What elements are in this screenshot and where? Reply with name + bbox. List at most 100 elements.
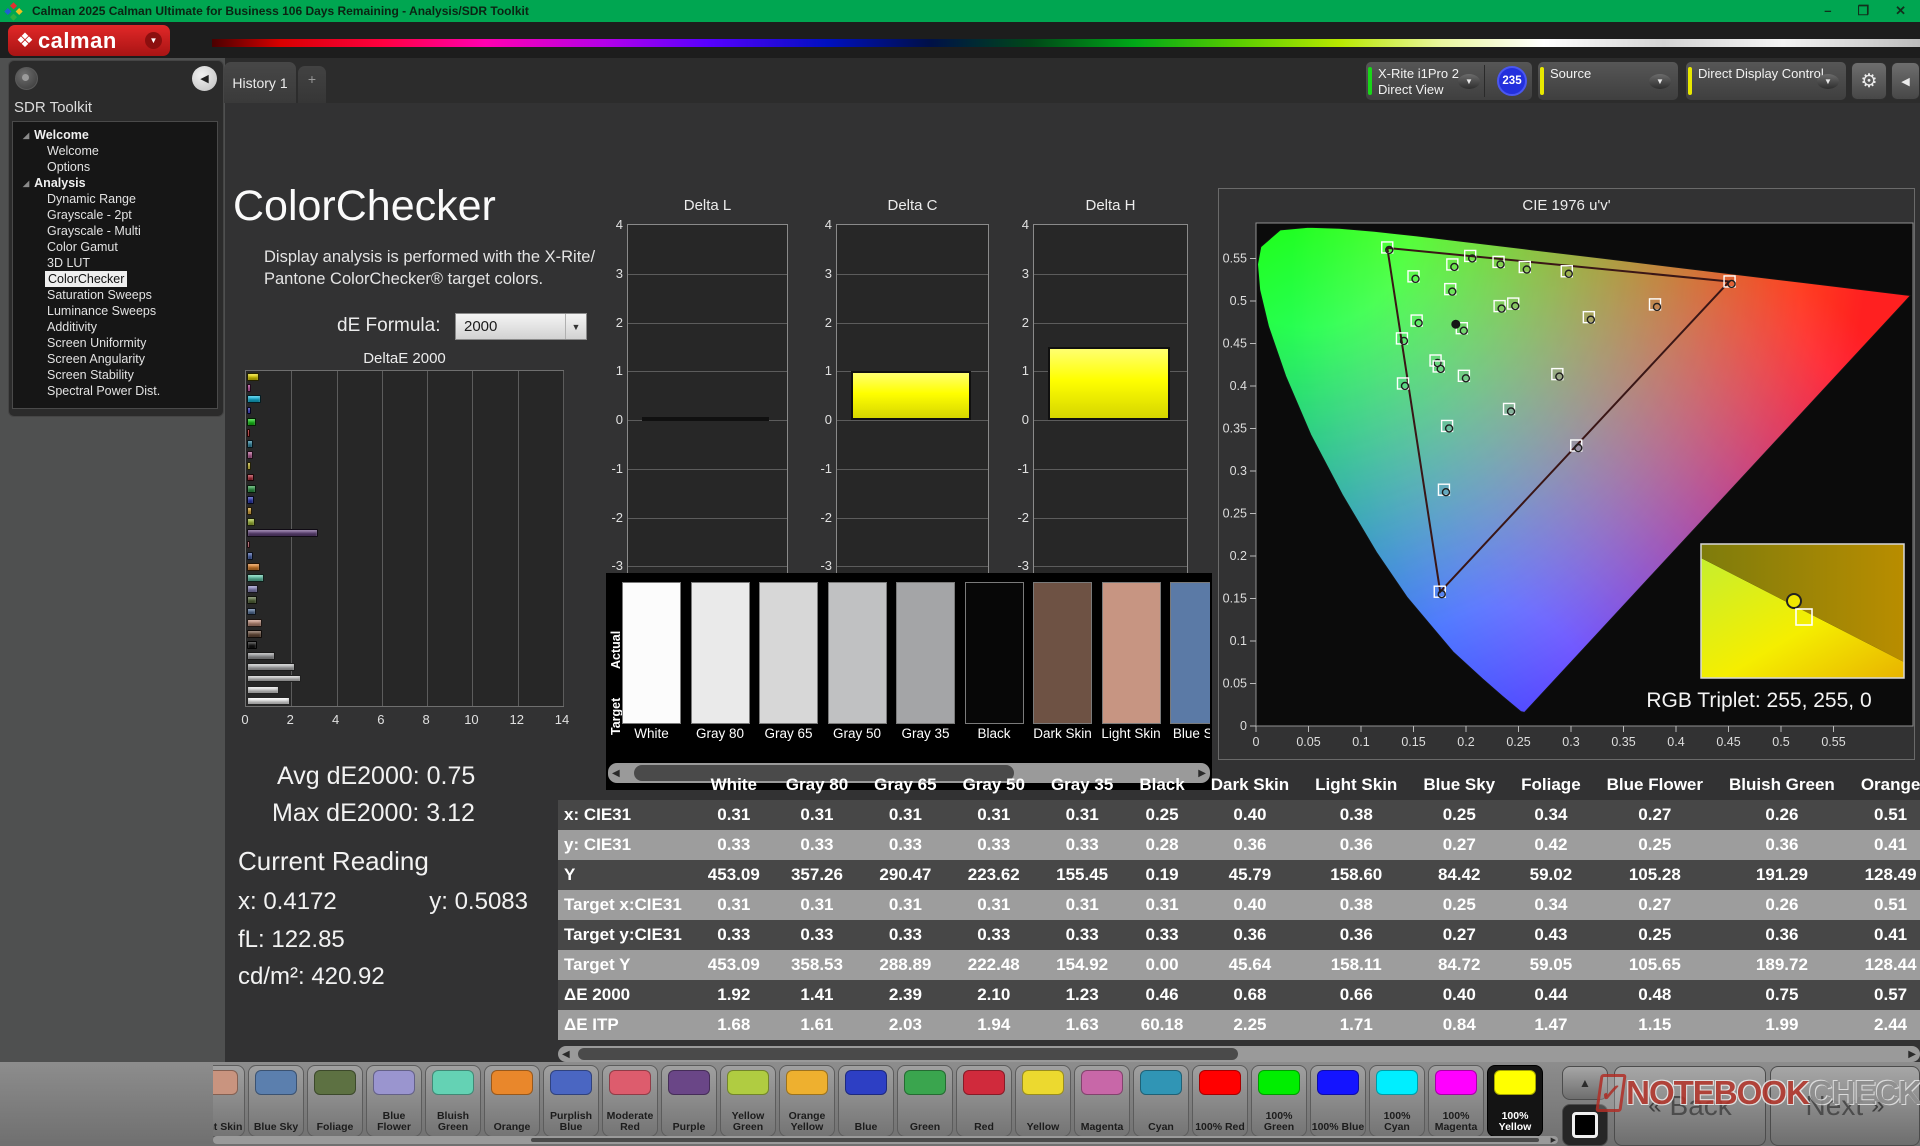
patch-button-magenta[interactable]: Magenta — [1074, 1065, 1130, 1137]
sidebar-item-welcome[interactable]: Welcome — [13, 143, 217, 159]
calman-menu-button[interactable]: ❖ calman ▼ — [8, 25, 170, 56]
patch-scrollbar[interactable]: ▶ — [213, 1136, 1558, 1144]
table-row-label: ΔE ITP — [564, 1015, 619, 1034]
scroll-right-icon[interactable]: ▶ — [1551, 1136, 1556, 1144]
patch-button-100-yellow[interactable]: 100% Yellow — [1487, 1065, 1543, 1137]
cie-y-tick: 0.2 — [1230, 549, 1247, 563]
tree-expander-icon[interactable]: ◢ — [23, 131, 29, 140]
y-tick-label: -2 — [611, 509, 623, 525]
maximize-icon[interactable]: ❐ — [1857, 3, 1869, 19]
patch-button-orange[interactable]: Orange — [484, 1065, 540, 1137]
scroll-left-icon[interactable]: ◀ — [562, 1046, 570, 1062]
patch-color-chip — [550, 1070, 592, 1095]
patch-button-purplish-blue[interactable]: Purplish Blue — [543, 1065, 599, 1137]
patch-button-purple[interactable]: Purple — [661, 1065, 717, 1137]
gridline — [628, 566, 787, 568]
cie-y-tick: 0.5 — [1230, 294, 1247, 308]
scrollbar-thumb[interactable] — [531, 1138, 1539, 1142]
table-cell: 0.44 — [1534, 985, 1568, 1004]
settings-gear-button[interactable]: ⚙ — [1851, 62, 1887, 100]
patch-button-yellow[interactable]: Yellow — [1015, 1065, 1071, 1137]
delta_l-bar — [642, 417, 770, 421]
patch-button-moderate-red[interactable]: Moderate Red — [602, 1065, 658, 1137]
sidebar-item-screen-uniformity[interactable]: Screen Uniformity — [13, 335, 217, 351]
patch-button-red[interactable]: Red — [956, 1065, 1012, 1137]
cie-x-tick: 0.5 — [1772, 735, 1789, 749]
sidebar-item-additivity[interactable]: Additivity — [13, 319, 217, 335]
sidebar-item-grayscale-2pt[interactable]: Grayscale - 2pt — [13, 207, 217, 223]
tree-group-analysis[interactable]: ◢ Analysis — [13, 175, 217, 191]
table-cell: 0.25 — [1145, 805, 1179, 824]
table-cell: 0.40 — [1442, 985, 1476, 1004]
patch-button-100-red[interactable]: 100% Red — [1192, 1065, 1248, 1137]
scroll-right-icon[interactable]: ▶ — [1908, 1046, 1916, 1062]
patch-label: Green — [909, 1121, 941, 1133]
y-tick-label: 3 — [615, 265, 623, 281]
deltae-bar-orange-yellow — [247, 507, 252, 515]
sidebar-item-spectral-power-dist-[interactable]: Spectral Power Dist. — [13, 383, 217, 399]
patch-button-blue[interactable]: Blue — [838, 1065, 894, 1137]
patch-button-100-magenta[interactable]: 100% Magenta — [1428, 1065, 1484, 1137]
sidebar-item-luminance-sweeps[interactable]: Luminance Sweeps — [13, 303, 217, 319]
source-dropdown[interactable]: Source ▼ — [1538, 62, 1678, 100]
next-button[interactable]: Next » — [1770, 1066, 1920, 1146]
minimize-icon[interactable]: – — [1824, 3, 1831, 19]
sidebar-item-saturation-sweeps[interactable]: Saturation Sweeps — [13, 287, 217, 303]
deltae-chart — [245, 370, 564, 707]
patch-color-chip — [1494, 1070, 1536, 1095]
patch-button-orange-yellow[interactable]: Orange Yellow — [779, 1065, 835, 1137]
patch-color-chip — [373, 1070, 415, 1095]
patch-button-blue-sky[interactable]: Blue Sky — [248, 1065, 304, 1137]
display-control-dropdown[interactable]: Direct Display Control ▼ — [1686, 62, 1846, 100]
tab-scroll-left-button[interactable]: ◀ — [192, 66, 217, 91]
sidebar-item-3d-lut[interactable]: 3D LUT — [13, 255, 217, 271]
sidebar-item-dynamic-range[interactable]: Dynamic Range — [13, 191, 217, 207]
patch-button-green[interactable]: Green — [897, 1065, 953, 1137]
back-button[interactable]: « Back — [1614, 1066, 1766, 1146]
exposure-badge[interactable]: 235 — [1497, 66, 1527, 96]
table-cell: 0.27 — [1442, 925, 1476, 944]
gridline — [837, 273, 988, 275]
gridline — [628, 468, 787, 470]
stop-measure-button[interactable] — [1562, 1104, 1608, 1146]
source-label: Source — [1550, 66, 1592, 81]
scrollbar-thumb[interactable] — [578, 1048, 1238, 1060]
table-scrollbar[interactable]: ◀ ▶ — [558, 1046, 1920, 1062]
tab-history-1[interactable]: History 1 — [224, 62, 296, 103]
patch-button-blue-flower[interactable]: Blue Flower — [366, 1065, 422, 1137]
meter-dropdown[interactable]: X-Rite i1Pro 2 Direct View ▼ 235 — [1366, 62, 1532, 100]
sidebar-item-screen-stability[interactable]: Screen Stability — [13, 367, 217, 383]
cie-y-tick: 0.3 — [1230, 464, 1247, 478]
cie-x-tick: 0.45 — [1716, 735, 1740, 749]
record-indicator-icon[interactable] — [15, 67, 38, 90]
sidebar-item-grayscale-multi[interactable]: Grayscale - Multi — [13, 223, 217, 239]
patch-button-100-blue[interactable]: 100% Blue — [1310, 1065, 1366, 1137]
right-panel-collapse-button[interactable]: ◀ — [1891, 62, 1920, 100]
tab-add-button[interactable]: + — [298, 66, 326, 103]
patch-button-cyan[interactable]: Cyan — [1133, 1065, 1189, 1137]
sidebar-item-color-gamut[interactable]: Color Gamut — [13, 239, 217, 255]
table-row-label: x: CIE31 — [564, 805, 632, 824]
sidebar-item-screen-angularity[interactable]: Screen Angularity — [13, 351, 217, 367]
patch-button-bluish-green[interactable]: Bluish Green — [425, 1065, 481, 1137]
collapse-strip-button[interactable]: ▲ — [1562, 1066, 1608, 1100]
patch-button-yellow-green[interactable]: Yellow Green — [720, 1065, 776, 1137]
table-cell: 357.26 — [790, 865, 843, 884]
deltae-bar-moderate-red — [247, 540, 250, 549]
table-cell: 0.31 — [800, 895, 834, 914]
table-cell: 60.18 — [1140, 1015, 1184, 1034]
tree-group-welcome[interactable]: ◢ Welcome — [13, 127, 217, 143]
patch-button-foliage[interactable]: Foliage — [307, 1065, 363, 1137]
sidebar-item-options[interactable]: Options — [13, 159, 217, 175]
gridline — [837, 566, 988, 568]
y-tick-label: 0 — [824, 412, 832, 427]
sidebar-item-colorchecker[interactable]: ColorChecker — [45, 271, 128, 287]
close-icon[interactable]: ✕ — [1895, 3, 1906, 19]
table-header-cell: White — [710, 775, 757, 794]
de-formula-select[interactable]: 2000 ▼ — [455, 313, 587, 340]
patch-button-100-green[interactable]: 100% Green — [1251, 1065, 1307, 1137]
tree-expander-icon[interactable]: ◢ — [23, 179, 29, 188]
cie-y-tick: 0.05 — [1223, 677, 1247, 691]
patch-button-100-cyan[interactable]: 100% Cyan — [1369, 1065, 1425, 1137]
patch-button-light-skin[interactable]: Light Skin — [213, 1065, 245, 1137]
